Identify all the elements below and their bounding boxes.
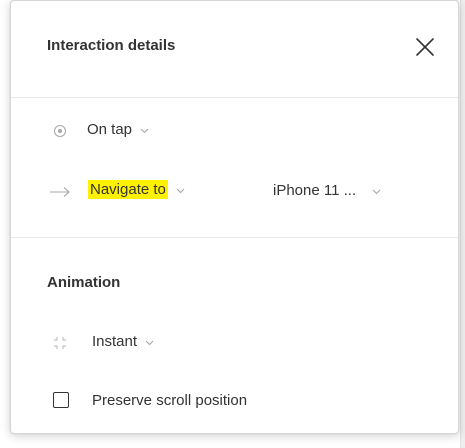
panel-header: Interaction details [11,1,458,97]
preserve-scroll-label[interactable]: Preserve scroll position [92,392,247,409]
instant-corners-icon [52,335,68,351]
action-value: Navigate to [88,180,168,199]
animation-dropdown[interactable]: Instant [92,333,154,350]
header-divider [11,97,458,98]
canvas-edge [460,0,465,448]
panel-title: Interaction details [47,37,176,54]
chevron-down-icon [372,182,381,199]
close-button[interactable] [414,36,436,58]
animation-value: Instant [92,333,138,350]
chevron-down-icon [176,181,185,198]
close-icon [416,38,434,56]
section-divider [11,237,458,238]
action-dropdown[interactable]: Navigate to [88,180,185,199]
chevron-down-icon [140,121,149,138]
tap-circle-icon [52,123,68,139]
trigger-value: On tap [87,121,133,138]
destination-dropdown[interactable]: iPhone 11 ... [273,182,381,199]
animation-section-title: Animation [47,274,121,291]
destination-value: iPhone 11 ... [273,182,357,199]
preserve-scroll-checkbox[interactable] [53,392,69,408]
arrow-right-icon [49,184,71,200]
trigger-dropdown[interactable]: On tap [87,121,149,138]
chevron-down-icon [145,333,154,350]
interaction-details-panel: Interaction details On tap Navigate to i… [10,0,459,434]
